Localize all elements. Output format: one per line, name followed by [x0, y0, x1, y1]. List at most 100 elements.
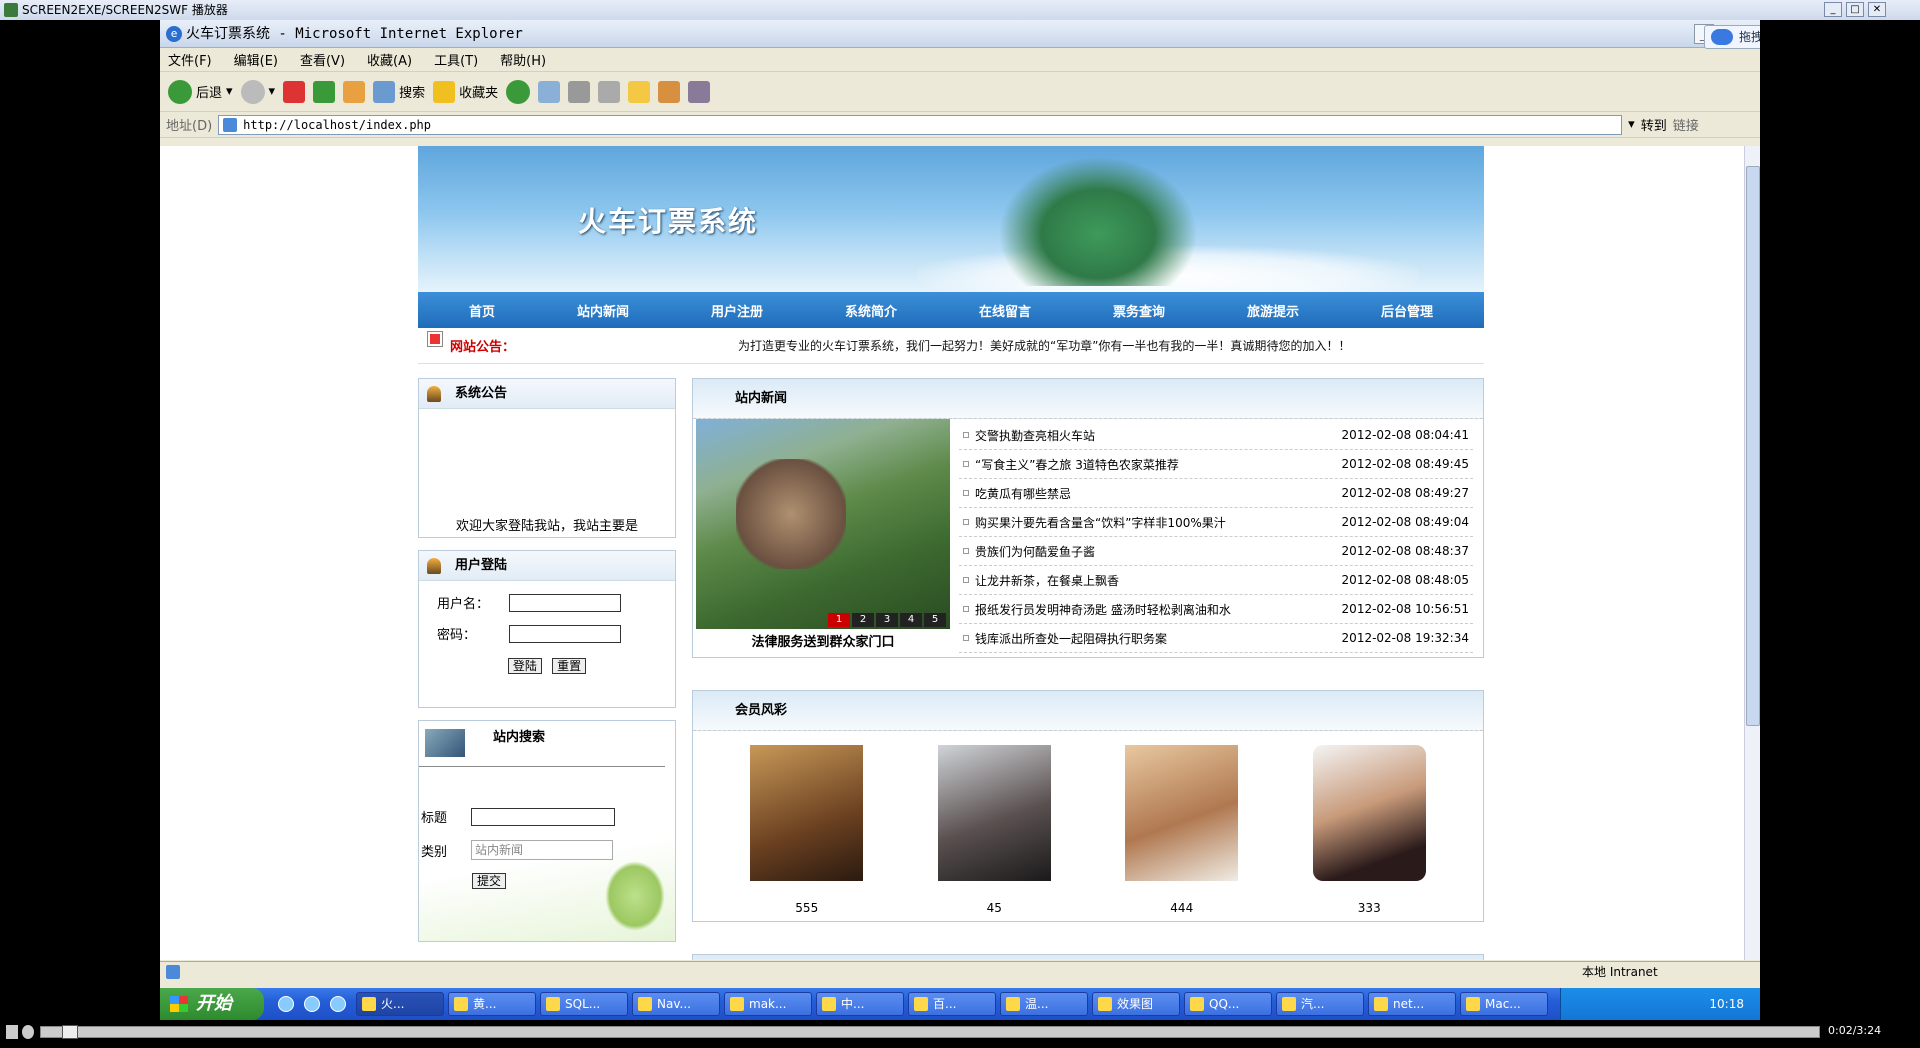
- ie-quick-icon[interactable]: [278, 996, 294, 1012]
- news-item-title[interactable]: 钱库派出所查处一起阻碍执行职务案: [975, 630, 1337, 647]
- nav-news[interactable]: 站内新闻: [577, 301, 629, 320]
- task-button[interactable]: 火...: [356, 992, 444, 1016]
- nav-about[interactable]: 系统简介: [845, 301, 897, 320]
- task-button[interactable]: 中...: [816, 992, 904, 1016]
- player-maximize-button[interactable]: □: [1846, 2, 1864, 17]
- member-card[interactable]: 333: [1312, 745, 1426, 915]
- stop-icon[interactable]: [283, 80, 306, 103]
- nav-travel-tips[interactable]: 旅游提示: [1247, 301, 1299, 320]
- username-input[interactable]: [509, 593, 621, 612]
- vertical-scrollbar[interactable]: [1744, 146, 1760, 960]
- news-item[interactable]: 贵族们为何酷爱鱼子酱 2012-02-08 08:48:37: [959, 537, 1473, 566]
- task-button[interactable]: Mac...: [1460, 992, 1548, 1016]
- forward-button[interactable]: ▾: [240, 79, 275, 104]
- task-button[interactable]: Nav...: [632, 992, 720, 1016]
- nav-register[interactable]: 用户注册: [711, 301, 763, 320]
- player-minimize-button[interactable]: _: [1824, 2, 1842, 17]
- messenger-icon[interactable]: [688, 80, 711, 103]
- task-button[interactable]: 汽...: [1276, 992, 1364, 1016]
- menu-favorites[interactable]: 收藏(A): [367, 50, 412, 69]
- media-quick-icon[interactable]: [330, 996, 346, 1012]
- news-item[interactable]: 购买果汁要先看含量含“饮料”字样非100%果汁 2012-02-08 08:49:…: [959, 508, 1473, 537]
- search-category-select[interactable]: 站内新闻: [471, 840, 613, 860]
- member-photo[interactable]: [1312, 745, 1426, 881]
- nav-admin[interactable]: 后台管理: [1381, 301, 1433, 320]
- task-button[interactable]: 百...: [908, 992, 996, 1016]
- search-button[interactable]: 搜索: [373, 80, 425, 103]
- task-button[interactable]: QQ...: [1184, 992, 1272, 1016]
- task-button[interactable]: mak...: [724, 992, 812, 1016]
- back-button[interactable]: 后退 ▾: [168, 79, 233, 104]
- task-button[interactable]: SQL...: [540, 992, 628, 1016]
- refresh-icon[interactable]: [313, 80, 336, 103]
- menu-file[interactable]: 文件(F): [168, 50, 212, 69]
- news-item[interactable]: 报纸发行员发明神奇汤匙 盛汤时轻松剥离油和水 2012-02-08 10:56:5…: [959, 595, 1473, 624]
- research-icon[interactable]: [658, 80, 681, 103]
- news-slideshow[interactable]: 1 2 3 4 5: [696, 419, 950, 629]
- news-caption[interactable]: 法律服务送到群众家门口: [696, 631, 950, 650]
- news-item-title[interactable]: 购买果汁要先看含量含“饮料”字样非100%果汁: [975, 514, 1337, 531]
- seek-track[interactable]: [40, 1026, 1820, 1038]
- news-item-title[interactable]: “写食主义”春之旅 3道特色农家菜推荐: [975, 456, 1337, 473]
- task-button[interactable]: 效果图: [1092, 992, 1180, 1016]
- news-title: 站内新闻: [693, 379, 1483, 419]
- password-input[interactable]: [509, 624, 621, 643]
- news-item[interactable]: 让龙井新茶，在餐桌上飘香 2012-02-08 08:48:05: [959, 566, 1473, 595]
- menu-edit[interactable]: 编辑(E): [234, 50, 278, 69]
- upload-button[interactable]: 拖拽上传: [1704, 25, 1760, 49]
- browser-quick-icon[interactable]: [304, 996, 320, 1012]
- search-title-input[interactable]: [471, 807, 615, 826]
- reset-button[interactable]: 重置: [552, 658, 587, 674]
- history-icon[interactable]: [506, 79, 531, 104]
- address-dropdown-icon[interactable]: ▾: [1628, 117, 1635, 132]
- member-photo[interactable]: [937, 745, 1051, 881]
- folder-icon[interactable]: [628, 80, 651, 103]
- print-icon[interactable]: [568, 80, 591, 103]
- home-icon[interactable]: [343, 80, 366, 103]
- task-button[interactable]: 温...: [1000, 992, 1088, 1016]
- member-photo[interactable]: [750, 745, 864, 881]
- login-button[interactable]: 登陆: [507, 658, 542, 674]
- menu-tools[interactable]: 工具(T): [434, 50, 478, 69]
- menu-help[interactable]: 帮助(H): [500, 50, 546, 69]
- news-item-title[interactable]: 吃黄瓜有哪些禁忌: [975, 485, 1337, 502]
- pause-icon[interactable]: [6, 1025, 18, 1039]
- nav-home[interactable]: 首页: [469, 301, 495, 320]
- mail-icon[interactable]: [538, 80, 561, 103]
- pager-5[interactable]: 5: [924, 613, 946, 627]
- search-submit-button[interactable]: 提交: [472, 873, 507, 889]
- address-input[interactable]: http://localhost/index.php: [218, 114, 1623, 135]
- pager-3[interactable]: 3: [876, 613, 898, 627]
- news-item[interactable]: 交警执勤查亮相火车站 2012-02-08 08:04:41: [959, 421, 1473, 450]
- player-close-button[interactable]: ✕: [1868, 2, 1886, 17]
- clock[interactable]: 10:18: [1709, 997, 1744, 1011]
- nav-ticket-query[interactable]: 票务查询: [1113, 301, 1165, 320]
- edit-icon[interactable]: [598, 80, 621, 103]
- member-photo[interactable]: [1125, 745, 1239, 881]
- news-item-title[interactable]: 贵族们为何酷爱鱼子酱: [975, 543, 1337, 560]
- nav-guestbook[interactable]: 在线留言: [979, 301, 1031, 320]
- stop-playback-icon[interactable]: [22, 1025, 34, 1039]
- news-item[interactable]: 吃黄瓜有哪些禁忌 2012-02-08 08:49:27: [959, 479, 1473, 508]
- go-button[interactable]: 转到: [1641, 115, 1667, 134]
- news-item-title[interactable]: 交警执勤查亮相火车站: [975, 427, 1337, 444]
- pager-2[interactable]: 2: [852, 613, 874, 627]
- news-item-title[interactable]: 报纸发行员发明神奇汤匙 盛汤时轻松剥离油和水: [975, 601, 1337, 618]
- menu-view[interactable]: 查看(V): [300, 50, 345, 69]
- pager-4[interactable]: 4: [900, 613, 922, 627]
- favorites-button[interactable]: 收藏夹: [433, 80, 498, 103]
- member-card[interactable]: 45: [937, 745, 1051, 915]
- news-item[interactable]: “写食主义”春之旅 3道特色农家菜推荐 2012-02-08 08:49:45: [959, 450, 1473, 479]
- member-card[interactable]: 444: [1125, 745, 1239, 915]
- task-icon: [1190, 997, 1204, 1011]
- start-button[interactable]: 开始: [160, 988, 264, 1020]
- links-label[interactable]: 链接: [1673, 115, 1699, 134]
- seek-knob[interactable]: [62, 1025, 78, 1039]
- pager-1[interactable]: 1: [828, 613, 850, 627]
- news-item-title[interactable]: 让龙井新茶，在餐桌上飘香: [975, 572, 1337, 589]
- task-button[interactable]: 黄...: [448, 992, 536, 1016]
- scrollbar-thumb[interactable]: [1746, 166, 1760, 726]
- task-button[interactable]: net...: [1368, 992, 1456, 1016]
- news-item[interactable]: 钱库派出所查处一起阻碍执行职务案 2012-02-08 19:32:34: [959, 624, 1473, 653]
- member-card[interactable]: 555: [750, 745, 864, 915]
